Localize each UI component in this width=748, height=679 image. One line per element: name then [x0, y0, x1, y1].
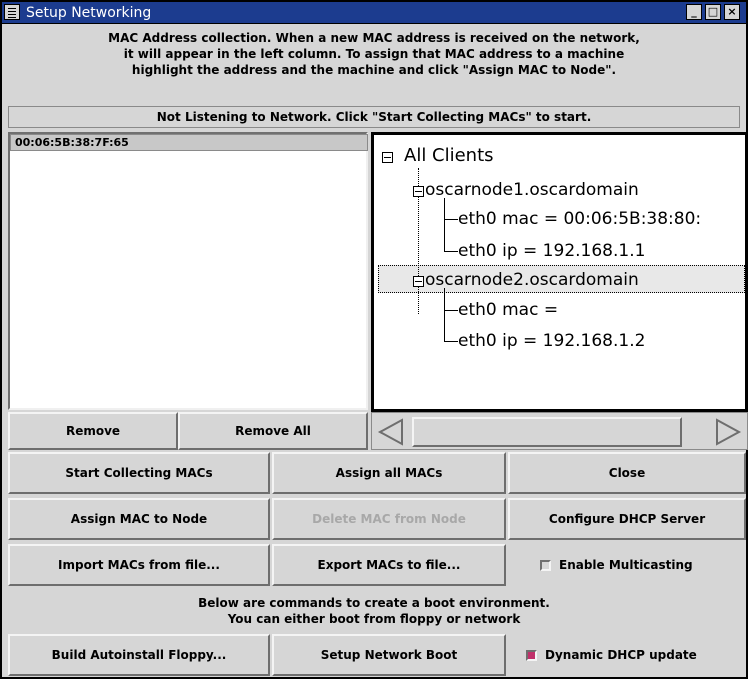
checkbox-label: Enable Multicasting: [559, 558, 693, 572]
collapse-icon[interactable]: [413, 276, 424, 287]
dynamic-dhcp-update-checkbox[interactable]: Dynamic DHCP update: [526, 648, 697, 662]
intro-line: MAC Address collection. When a new MAC a…: [108, 31, 640, 45]
intro-line: highlight the address and the machine an…: [131, 63, 617, 77]
collapse-icon[interactable]: [413, 186, 424, 197]
tree-connector: [444, 219, 458, 220]
assign-mac-to-node-button[interactable]: Assign MAC to Node: [8, 498, 270, 540]
title-bar[interactable]: Setup Networking _ □ ×: [2, 2, 746, 24]
enable-multicasting-checkbox[interactable]: Enable Multicasting: [540, 558, 693, 572]
clients-tree[interactable]: All Clients oscarnode1.oscardomain eth0 …: [371, 132, 748, 412]
checkbox-box[interactable]: [540, 559, 551, 571]
tree-leaf[interactable]: eth0 ip = 192.168.1.1: [458, 240, 645, 262]
setup-networking-window: Setup Networking _ □ × MAC Address colle…: [0, 0, 748, 679]
window-menu-icon[interactable]: [4, 4, 20, 20]
tree-node-2[interactable]: oscarnode2.oscardomain: [425, 269, 639, 291]
checkbox-box[interactable]: [526, 649, 537, 661]
configure-dhcp-server-button[interactable]: Configure DHCP Server: [508, 498, 746, 540]
checkbox-label: Dynamic DHCP update: [545, 648, 697, 662]
tree-leaf[interactable]: eth0 mac = 00:06:5B:38:80:: [458, 208, 701, 230]
tree-node-1[interactable]: oscarnode1.oscardomain: [425, 179, 639, 201]
boot-environment-note: Below are commands to create a boot envi…: [2, 595, 746, 627]
collapse-icon[interactable]: [382, 152, 393, 163]
remove-all-button[interactable]: Remove All: [178, 412, 368, 450]
tree-connector: [444, 341, 458, 342]
import-macs-button[interactable]: Import MACs from file...: [8, 544, 270, 586]
tree-connector: [444, 198, 445, 252]
build-autoinstall-floppy-button[interactable]: Build Autoinstall Floppy...: [8, 634, 270, 676]
tree-leaf[interactable]: eth0 mac =: [458, 299, 558, 321]
scroll-left-icon[interactable]: [376, 417, 406, 447]
maximize-icon[interactable]: □: [705, 4, 721, 20]
boot-note-line: Below are commands to create a boot envi…: [198, 596, 550, 610]
tree-leaf[interactable]: eth0 ip = 192.168.1.2: [458, 330, 645, 352]
start-collecting-macs-button[interactable]: Start Collecting MACs: [8, 452, 270, 494]
window-title: Setup Networking: [26, 5, 152, 21]
scroll-right-icon[interactable]: [713, 417, 743, 447]
close-button[interactable]: Close: [508, 452, 746, 494]
remove-button[interactable]: Remove: [8, 412, 178, 450]
delete-mac-from-node-button[interactable]: Delete MAC from Node: [272, 498, 506, 540]
boot-note-line: You can either boot from floppy or netwo…: [227, 612, 521, 626]
close-icon[interactable]: ×: [724, 4, 740, 20]
mac-address-list[interactable]: 00:06:5B:38:7F:65: [8, 132, 368, 410]
scroll-thumb[interactable]: [412, 417, 682, 447]
tree-connector: [444, 288, 445, 342]
listening-status: Not Listening to Network. Click "Start C…: [8, 106, 740, 128]
setup-network-boot-button[interactable]: Setup Network Boot: [272, 634, 506, 676]
tree-connector: [444, 310, 458, 311]
export-macs-button[interactable]: Export MACs to file...: [272, 544, 506, 586]
minimize-icon[interactable]: _: [686, 4, 702, 20]
assign-all-macs-button[interactable]: Assign all MACs: [272, 452, 506, 494]
tree-root[interactable]: All Clients: [404, 145, 494, 167]
tree-horizontal-scrollbar[interactable]: [371, 412, 748, 450]
tree-connector: [444, 251, 458, 252]
list-item[interactable]: 00:06:5B:38:7F:65: [10, 134, 368, 151]
intro-line: it will appear in the left column. To as…: [123, 47, 625, 61]
intro-text: MAC Address collection. When a new MAC a…: [2, 25, 746, 105]
